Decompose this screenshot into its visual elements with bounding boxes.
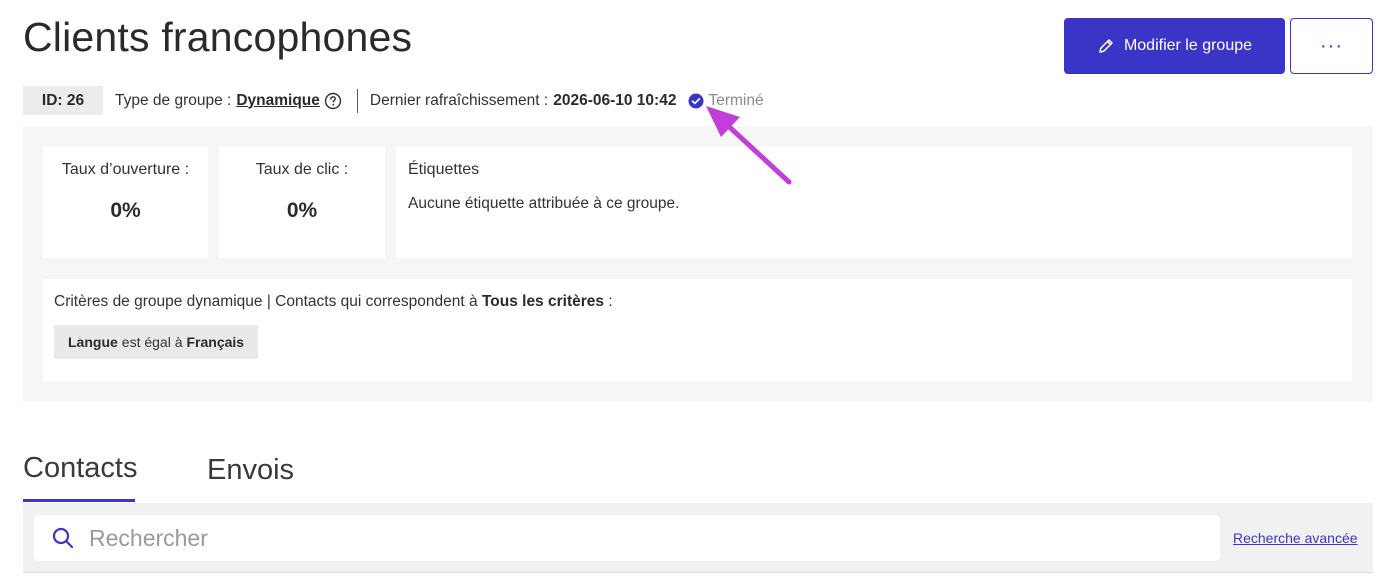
page-title: Clients francophones [23,14,413,60]
check-circle-icon [688,93,708,109]
group-type-link[interactable]: Dynamique [236,92,320,110]
status-badge: Terminé [688,91,764,110]
pencil-icon [1097,37,1115,55]
active-tab-indicator [23,499,135,502]
criteria-rule-operator: est égal à [121,334,183,350]
meta-divider [356,88,358,113]
click-rate-value: 0% [286,199,318,222]
ellipsis-icon: ··· [1320,34,1343,57]
id-badge: ID: 26 [23,86,103,115]
group-type-label: Type de groupe : [115,91,232,109]
refresh-label: Dernier rafraîchissement : [369,91,549,109]
criteria-description: Critères de groupe dynamique | Contacts … [54,293,613,311]
status-text: Terminé [708,91,764,109]
tags-card: Étiquettes Aucune étiquette attribuée à … [396,147,1352,258]
tags-empty-text: Aucune étiquette attribuée à ce groupe. [408,195,680,212]
search-icon [34,526,75,550]
criteria-suffix: : [608,293,613,310]
criteria-prefix: Critères de groupe dynamique | Contacts … [54,293,478,310]
criteria-match-mode: Tous les critères [481,293,605,310]
edit-group-button[interactable]: Modifier le groupe [1064,18,1285,74]
tab-envois[interactable]: Envois [207,454,294,487]
criteria-rule-field: Langue [68,334,118,350]
more-options-button[interactable]: ··· [1290,18,1373,74]
search-bar-area: Recherche avancée [23,503,1373,573]
help-icon[interactable] [324,92,342,110]
criteria-card: Critères de groupe dynamique | Contacts … [43,279,1352,381]
criteria-rule-value: Français [186,334,245,350]
tab-contacts[interactable]: Contacts [23,452,137,485]
click-rate-label: Taux de clic : [255,161,349,178]
criteria-rule-chip: Langue est égal à Français [54,325,259,359]
open-rate-label: Taux d’ouverture : [61,161,190,178]
group-meta-row: ID: 26 Type de groupe : Dynamique Dernie… [23,86,764,115]
tags-title: Étiquettes [408,161,480,178]
group-summary-panel: Taux d’ouverture : 0% Taux de clic : 0% … [23,126,1373,402]
open-rate-card: Taux d’ouverture : 0% [43,147,208,258]
edit-group-label: Modifier le groupe [1123,37,1253,54]
click-rate-card: Taux de clic : 0% [219,147,385,258]
search-input[interactable] [89,524,1189,552]
advanced-search-link[interactable]: Recherche avancée [1233,530,1358,546]
refresh-timestamp: 2026-06-10 10:42 [553,91,677,109]
search-box[interactable] [34,515,1220,561]
open-rate-value: 0% [110,199,141,222]
